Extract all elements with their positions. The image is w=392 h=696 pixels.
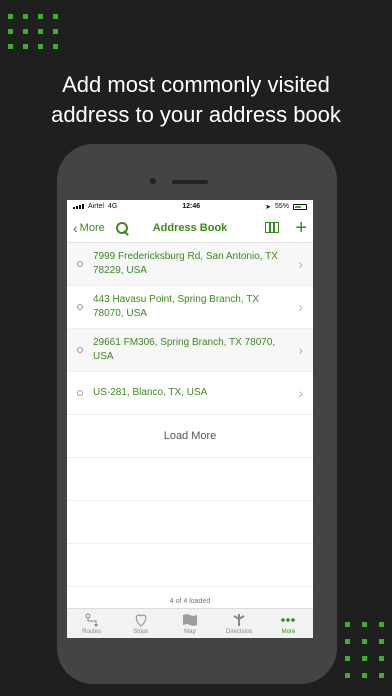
headline-line-1: Add most commonly visited <box>62 72 330 97</box>
load-more-button[interactable]: Load More <box>67 415 313 458</box>
back-label: More <box>79 221 105 234</box>
address-row[interactable]: US-281, Blanco, TX, USA › <box>67 372 313 415</box>
chevron-left-icon: ‹ <box>73 219 78 236</box>
loaded-count: 4 of 4 loaded <box>169 598 211 605</box>
headline-line-2: address to your address book <box>51 102 341 127</box>
tab-directions[interactable]: Directions <box>215 609 264 638</box>
promo-headline: Add most commonly visited address to you… <box>0 70 392 130</box>
chevron-right-icon: › <box>298 256 303 272</box>
address-row[interactable]: 7999 Fredericksburg Rd, San Antonio, TX … <box>67 243 313 286</box>
empty-row <box>67 501 313 544</box>
carrier-name: Airtel <box>88 203 104 210</box>
address-text: 29661 FM306, Spring Branch, TX 78070, US… <box>93 337 276 362</box>
tab-map[interactable]: Map <box>165 609 214 638</box>
search-icon[interactable] <box>115 221 129 235</box>
map-icon <box>183 613 197 626</box>
tab-label: Map <box>184 628 196 635</box>
status-time: 12:46 <box>182 203 201 210</box>
location-icon: ➤ <box>265 203 271 211</box>
empty-row <box>67 544 313 587</box>
decorative-dots-bottom-right <box>345 622 384 678</box>
bullet-icon <box>77 261 83 267</box>
status-bar: Airtel 4G 12:46 ➤ 55% <box>67 200 313 213</box>
tab-more[interactable]: More <box>264 609 313 638</box>
tab-bar: Routes Stops Map Directions More <box>67 608 313 638</box>
decorative-dots-top-left <box>8 14 58 49</box>
address-row[interactable]: 443 Havasu Point, Spring Branch, TX 7807… <box>67 286 313 329</box>
address-text: US-281, Blanco, TX, USA <box>93 387 208 398</box>
app-screen: Airtel 4G 12:46 ➤ 55% ‹ More Address Boo… <box>67 200 313 638</box>
tab-label: Directions <box>225 628 253 635</box>
tab-routes[interactable]: Routes <box>67 609 116 638</box>
add-address-icon[interactable]: + <box>295 218 307 238</box>
battery-icon <box>293 203 307 210</box>
chevron-right-icon: › <box>298 385 303 401</box>
more-icon <box>281 617 296 622</box>
back-button[interactable]: ‹ More <box>73 220 105 236</box>
tab-label: Stops <box>133 628 149 635</box>
tab-label: More <box>281 628 296 635</box>
address-text: 7999 Fredericksburg Rd, San Antonio, TX … <box>93 251 278 276</box>
directions-icon <box>233 613 245 626</box>
tab-stops[interactable]: Stops <box>116 609 165 638</box>
phone-camera <box>150 178 156 184</box>
tab-label: Routes <box>82 628 102 635</box>
chevron-right-icon: › <box>298 299 303 315</box>
chevron-right-icon: › <box>298 342 303 358</box>
signal-icon <box>73 204 84 209</box>
bullet-icon <box>77 304 83 310</box>
nav-bar: ‹ More Address Book + <box>67 213 313 243</box>
stops-icon <box>135 613 147 627</box>
map-view-icon[interactable] <box>265 222 280 233</box>
empty-row <box>67 458 313 501</box>
bullet-icon <box>77 347 83 353</box>
phone-speaker <box>172 180 208 184</box>
bullet-icon <box>77 390 83 396</box>
address-list: 7999 Fredericksburg Rd, San Antonio, TX … <box>67 243 313 587</box>
address-text: 443 Havasu Point, Spring Branch, TX 7807… <box>93 294 260 319</box>
address-row[interactable]: 29661 FM306, Spring Branch, TX 78070, US… <box>67 329 313 372</box>
routes-icon <box>85 613 98 626</box>
battery-percent: 55% <box>274 203 289 210</box>
network-type: 4G <box>107 203 118 210</box>
